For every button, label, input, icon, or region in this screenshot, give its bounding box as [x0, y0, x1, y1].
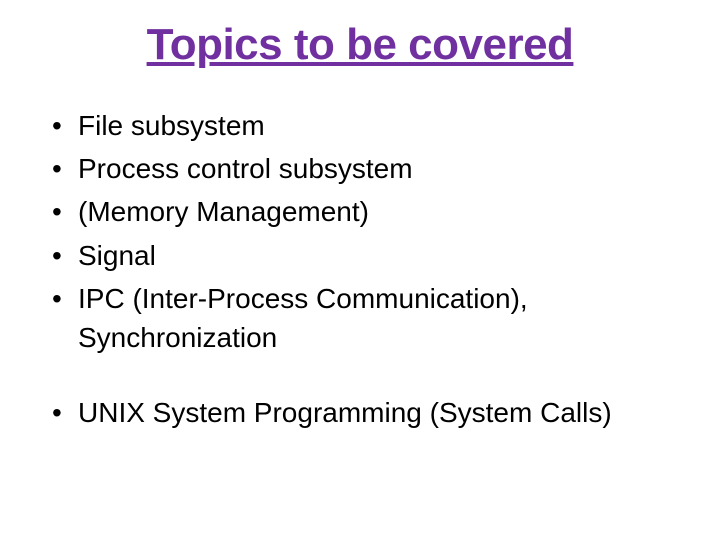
list-item: • UNIX System Programming (System Calls) [50, 393, 680, 432]
list-item-text: (Memory Management) [78, 192, 680, 231]
bullet-icon: • [50, 149, 78, 188]
list-item: • IPC (Inter-Process Communication), Syn… [50, 279, 680, 357]
list-item: • Process control subsystem [50, 149, 680, 188]
slide: Topics to be covered • File subsystem • … [0, 0, 720, 540]
slide-content: • File subsystem • Process control subsy… [40, 106, 680, 432]
list-item-text: UNIX System Programming (System Calls) [78, 393, 680, 432]
list-item: • Signal [50, 236, 680, 275]
list-item-text: Process control subsystem [78, 149, 680, 188]
list-item-text: IPC (Inter-Process Communication), Synch… [78, 279, 680, 357]
bullet-group-2: • UNIX System Programming (System Calls) [50, 393, 680, 432]
bullet-icon: • [50, 106, 78, 145]
bullet-group-1: • File subsystem • Process control subsy… [50, 106, 680, 357]
list-item-text: File subsystem [78, 106, 680, 145]
bullet-icon: • [50, 192, 78, 231]
bullet-icon: • [50, 393, 78, 432]
bullet-icon: • [50, 236, 78, 275]
bullet-icon: • [50, 279, 78, 318]
slide-title: Topics to be covered [40, 20, 680, 70]
list-item: • File subsystem [50, 106, 680, 145]
list-item-text: Signal [78, 236, 680, 275]
list-item: • (Memory Management) [50, 192, 680, 231]
